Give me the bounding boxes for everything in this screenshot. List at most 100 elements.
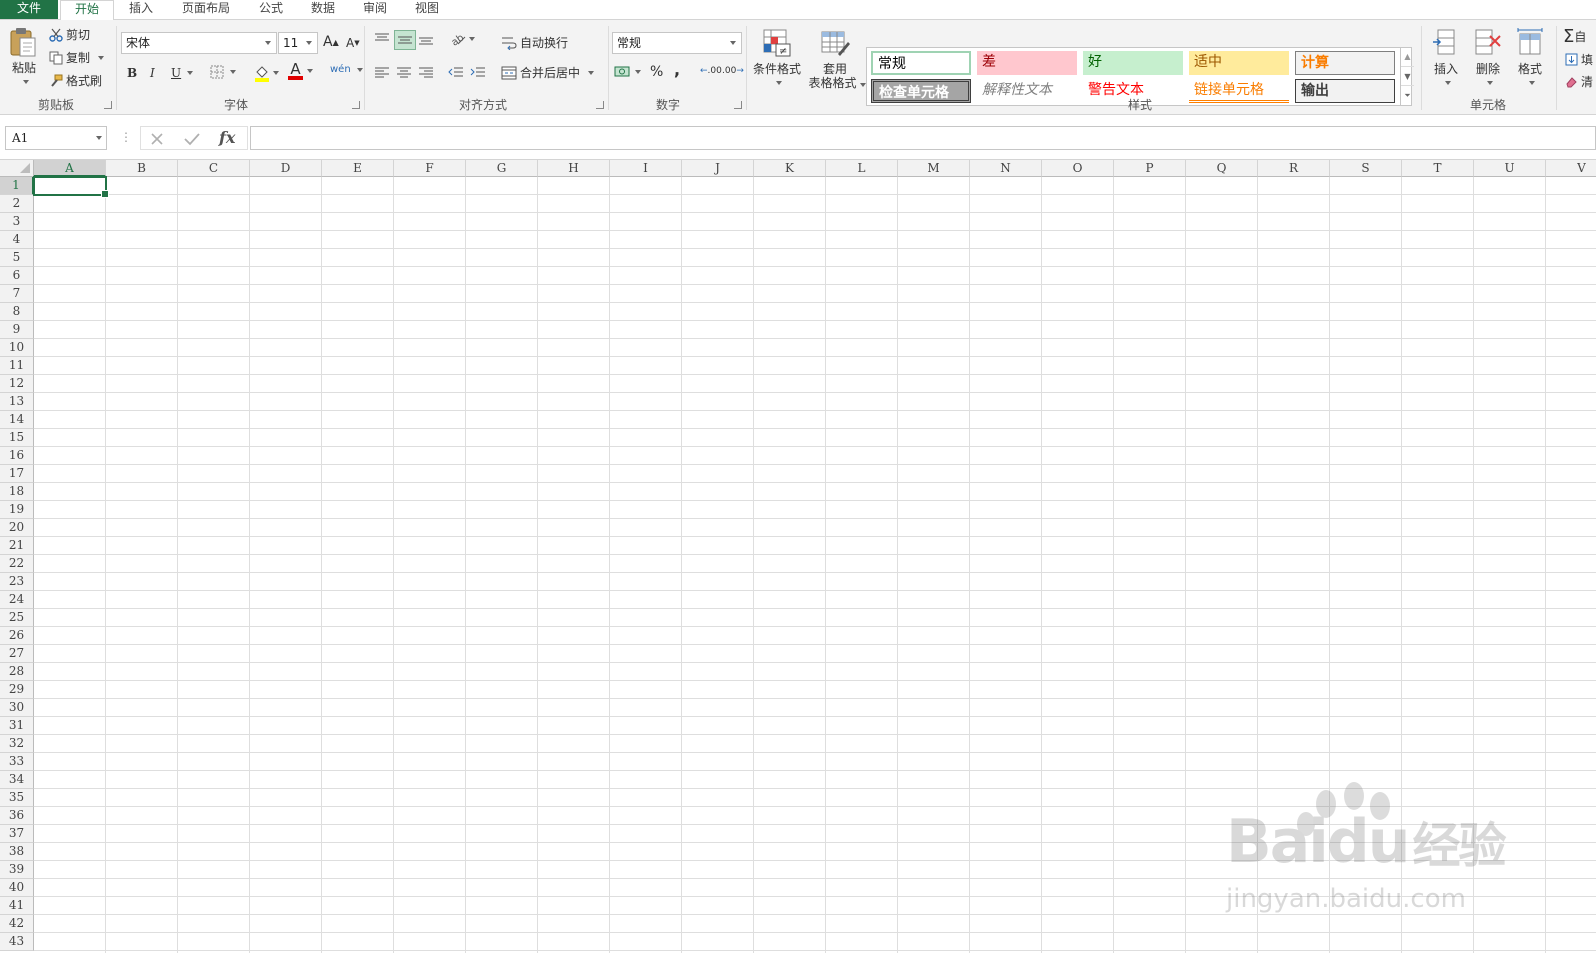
column-header-p[interactable]: P (1114, 160, 1186, 177)
fill-color-button[interactable] (254, 64, 279, 82)
number-format-combo[interactable]: 常规 (612, 32, 742, 54)
align-top-button[interactable] (374, 32, 390, 46)
tab-home[interactable]: 开始 (60, 0, 114, 20)
column-header-o[interactable]: O (1042, 160, 1114, 177)
row-header-8[interactable]: 8 (0, 303, 34, 321)
column-header-n[interactable]: N (970, 160, 1042, 177)
insert-dropdown[interactable] (1430, 74, 1462, 88)
column-header-h[interactable]: H (538, 160, 610, 177)
row-header-40[interactable]: 40 (0, 879, 34, 897)
chevron-down-icon[interactable] (859, 83, 866, 87)
row-header-31[interactable]: 31 (0, 717, 34, 735)
tab-page-layout[interactable]: 页面布局 (172, 0, 240, 19)
format-dropdown[interactable] (1514, 74, 1546, 88)
chevron-down-icon[interactable] (727, 33, 741, 53)
row-header-10[interactable]: 10 (0, 339, 34, 357)
scroll-up-icon[interactable]: ▲ (1401, 47, 1414, 66)
row-header-13[interactable]: 13 (0, 393, 34, 411)
column-header-l[interactable]: L (826, 160, 898, 177)
formula-input[interactable] (250, 126, 1596, 150)
font-launcher-icon[interactable] (352, 101, 360, 109)
row-header-15[interactable]: 15 (0, 429, 34, 447)
align-left-button[interactable] (374, 66, 390, 78)
tab-insert[interactable]: 插入 (118, 0, 164, 19)
format-cells-button[interactable] (1516, 28, 1544, 56)
column-header-c[interactable]: C (178, 160, 250, 177)
style-calculation[interactable]: 计算 (1295, 51, 1395, 75)
row-header-41[interactable]: 41 (0, 897, 34, 915)
fill-button[interactable]: 填 (1565, 51, 1593, 68)
column-header-r[interactable]: R (1258, 160, 1330, 177)
row-header-42[interactable]: 42 (0, 915, 34, 933)
chevron-down-icon[interactable] (356, 67, 363, 72)
cut-button[interactable]: 剪切 (49, 26, 90, 43)
percent-button[interactable]: % (650, 64, 663, 80)
phonetic-button[interactable]: wén (330, 64, 363, 75)
style-normal[interactable]: 常规 (871, 51, 971, 75)
tab-view[interactable]: 视图 (406, 0, 448, 19)
row-header-33[interactable]: 33 (0, 753, 34, 771)
column-header-b[interactable]: B (106, 160, 178, 177)
conditional-format-dropdown[interactable] (762, 74, 792, 88)
bold-button[interactable]: B (127, 66, 137, 80)
chevron-down-icon[interactable] (262, 33, 276, 53)
decrease-indent-button[interactable] (448, 66, 464, 78)
row-header-19[interactable]: 19 (0, 501, 34, 519)
delete-cells-button[interactable] (1474, 28, 1502, 56)
enter-check-icon[interactable] (183, 131, 201, 147)
row-header-26[interactable]: 26 (0, 627, 34, 645)
cancel-icon[interactable] (149, 131, 165, 147)
style-bad[interactable]: 差 (977, 51, 1077, 75)
column-header-s[interactable]: S (1330, 160, 1402, 177)
row-header-1[interactable]: 1 (0, 177, 34, 195)
row-header-32[interactable]: 32 (0, 735, 34, 753)
row-header-37[interactable]: 37 (0, 825, 34, 843)
shrink-font-button[interactable]: A ▼ (346, 36, 360, 50)
column-header-m[interactable]: M (898, 160, 970, 177)
wrap-text-button[interactable]: 自动换行 (501, 34, 568, 51)
chevron-down-icon[interactable] (303, 33, 317, 53)
row-header-12[interactable]: 12 (0, 375, 34, 393)
row-header-38[interactable]: 38 (0, 843, 34, 861)
row-header-9[interactable]: 9 (0, 321, 34, 339)
number-launcher-icon[interactable] (734, 101, 742, 109)
row-header-35[interactable]: 35 (0, 789, 34, 807)
active-cell-indicator[interactable] (33, 176, 109, 198)
clear-button[interactable]: 清 (1565, 73, 1593, 90)
select-all-button[interactable] (0, 160, 34, 177)
row-header-34[interactable]: 34 (0, 771, 34, 789)
row-header-36[interactable]: 36 (0, 807, 34, 825)
row-header-21[interactable]: 21 (0, 537, 34, 555)
align-center-button[interactable] (396, 66, 412, 78)
align-bottom-button[interactable] (418, 32, 434, 46)
decrease-decimal-button[interactable]: .00 → (722, 66, 744, 76)
chevron-down-icon[interactable] (96, 136, 102, 140)
comma-style-button[interactable]: , (674, 60, 680, 79)
style-good[interactable]: 好 (1083, 51, 1183, 75)
align-right-button[interactable] (418, 66, 434, 78)
row-header-18[interactable]: 18 (0, 483, 34, 501)
delete-dropdown[interactable] (1472, 74, 1504, 88)
autosum-button[interactable]: Σ自 (1563, 26, 1586, 47)
row-header-23[interactable]: 23 (0, 573, 34, 591)
row-header-24[interactable]: 24 (0, 591, 34, 609)
row-header-3[interactable]: 3 (0, 213, 34, 231)
orientation-button[interactable]: ab (450, 32, 475, 46)
row-header-27[interactable]: 27 (0, 645, 34, 663)
row-header-11[interactable]: 11 (0, 357, 34, 375)
row-header-16[interactable]: 16 (0, 447, 34, 465)
font-size-combo[interactable]: 11 (278, 32, 318, 54)
tab-file[interactable]: 文件 (0, 0, 58, 19)
column-header-t[interactable]: T (1402, 160, 1474, 177)
name-box[interactable]: A1 (5, 126, 107, 150)
cell-area[interactable] (34, 177, 1596, 953)
column-header-q[interactable]: Q (1186, 160, 1258, 177)
increase-decimal-button[interactable]: ← .00 (700, 66, 722, 76)
underline-button[interactable]: U (171, 66, 194, 80)
scroll-down-icon[interactable]: ▼ (1401, 66, 1414, 85)
column-header-d[interactable]: D (250, 160, 322, 177)
chevron-down-icon[interactable] (187, 71, 194, 75)
copy-dropdown-icon[interactable] (98, 55, 105, 60)
row-header-28[interactable]: 28 (0, 663, 34, 681)
tab-review[interactable]: 审阅 (354, 0, 396, 19)
